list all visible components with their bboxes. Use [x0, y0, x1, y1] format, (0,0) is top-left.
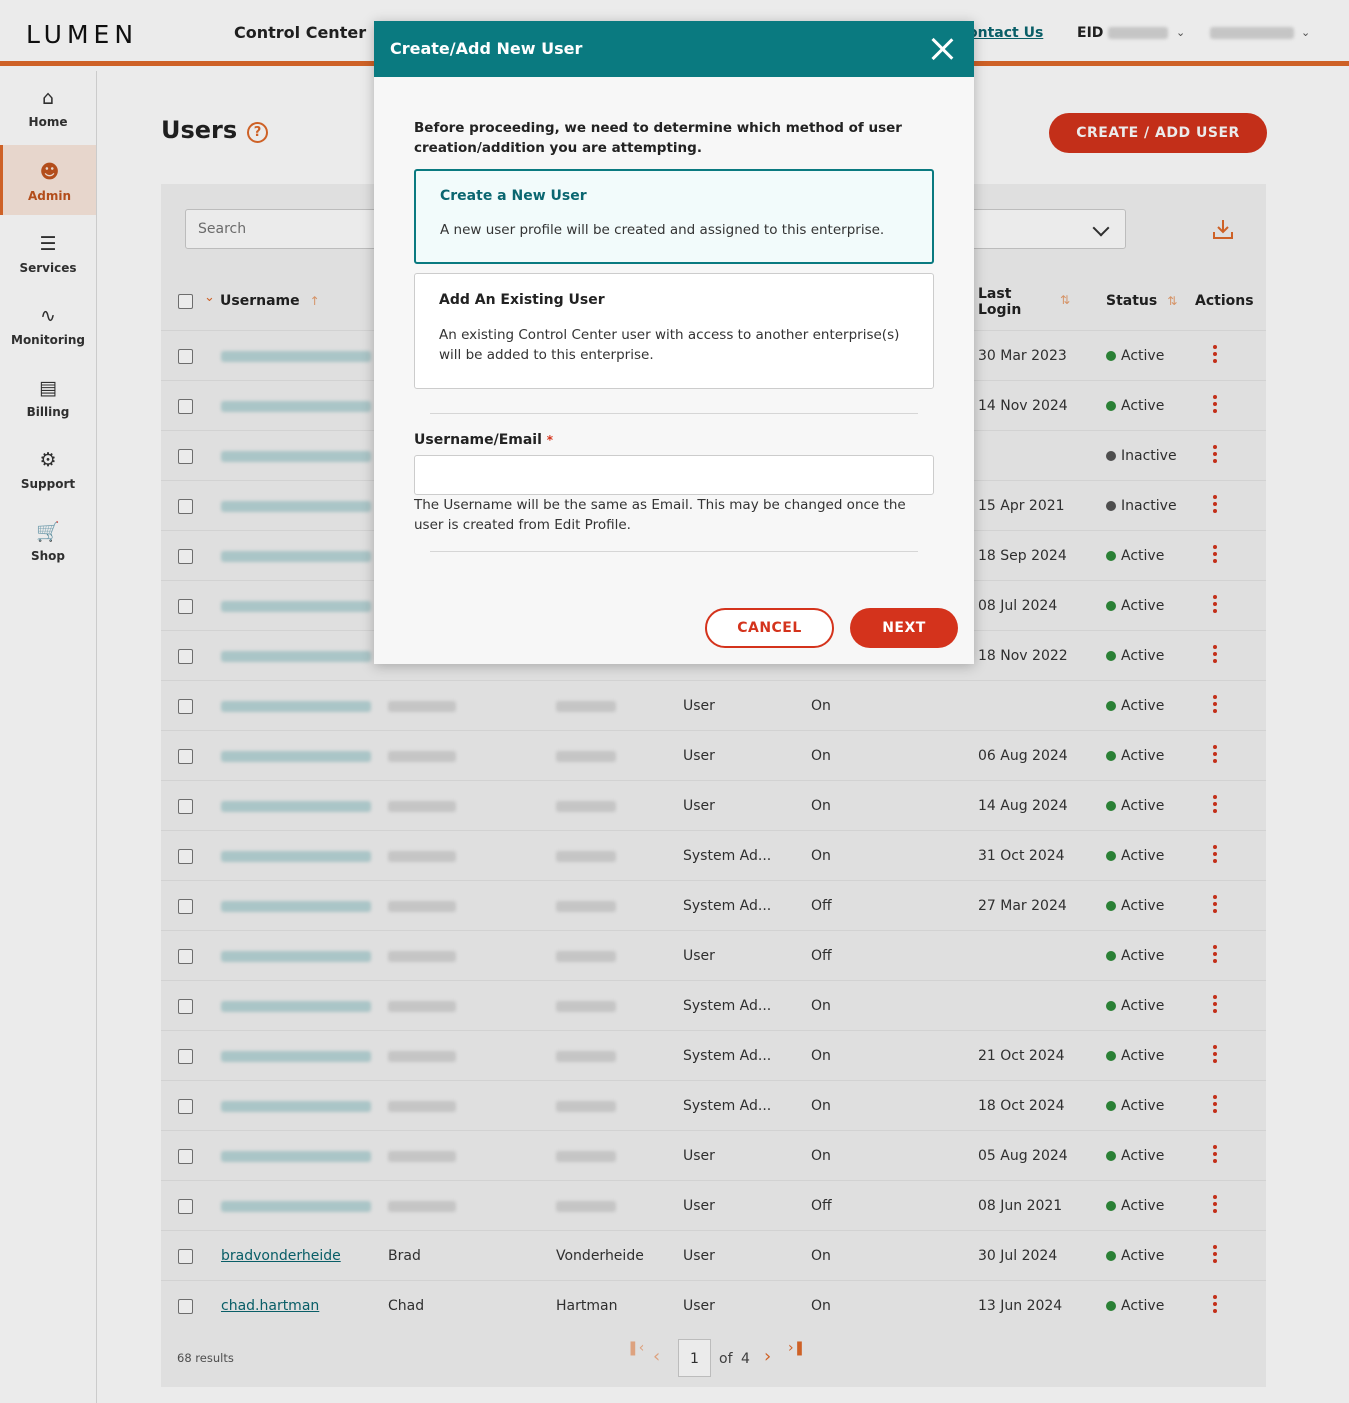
- create-user-modal: Create/Add New User Before proceeding, w…: [374, 21, 974, 664]
- username-email-label: Username/Email *: [414, 432, 554, 448]
- option-add-existing-user[interactable]: Add An Existing User An existing Control…: [414, 273, 934, 389]
- close-icon[interactable]: [930, 37, 954, 61]
- required-marker: *: [546, 433, 554, 447]
- option-description: A new user profile will be created and a…: [440, 222, 885, 238]
- username-help-text: The Username will be the same as Email. …: [414, 497, 906, 533]
- modal-header: Create/Add New User: [374, 21, 974, 77]
- next-button[interactable]: NEXT: [850, 608, 958, 648]
- option-title: Create a New User: [440, 188, 587, 204]
- option-description: An existing Control Center user with acc…: [439, 327, 900, 363]
- divider: [430, 551, 918, 552]
- option-title: Add An Existing User: [439, 292, 605, 308]
- username-email-field[interactable]: [414, 455, 934, 495]
- modal-intro-text: Before proceeding, we need to determine …: [414, 120, 902, 156]
- cancel-button[interactable]: CANCEL: [705, 608, 834, 648]
- option-create-new-user[interactable]: Create a New User A new user profile wil…: [414, 169, 934, 264]
- divider: [430, 413, 918, 414]
- modal-title: Create/Add New User: [390, 39, 583, 58]
